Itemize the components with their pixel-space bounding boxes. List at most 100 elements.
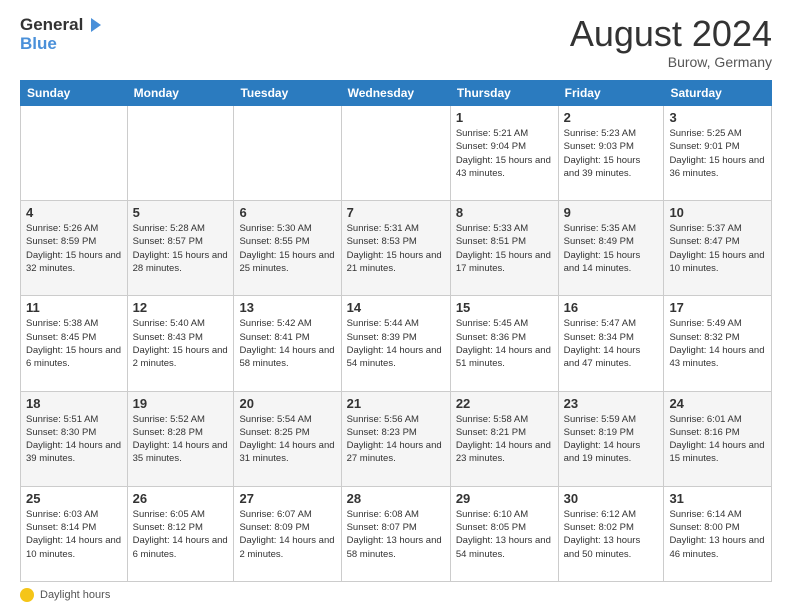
calendar-cell: 27 Sunrise: 6:07 AM Sunset: 8:09 PM Dayli… <box>234 486 341 581</box>
day-number: 31 <box>669 491 766 506</box>
day-number: 11 <box>26 300 122 315</box>
day-number: 4 <box>26 205 122 220</box>
day-info: Sunrise: 5:23 AM Sunset: 9:03 PM Dayligh… <box>564 127 659 180</box>
calendar-cell: 9 Sunrise: 5:35 AM Sunset: 8:49 PM Daylig… <box>558 201 664 296</box>
calendar-cell: 7 Sunrise: 5:31 AM Sunset: 8:53 PM Daylig… <box>341 201 450 296</box>
calendar-cell: 14Sunrise: 5:44 AM Sunset: 8:39 PM Dayli… <box>341 296 450 391</box>
day-info: Sunrise: 6:01 AM Sunset: 8:16 PM Dayligh… <box>669 413 766 466</box>
calendar-cell: 10 Sunrise: 5:37 AM Sunset: 8:47 PM Dayli… <box>664 201 772 296</box>
day-info: Sunrise: 5:51 AM Sunset: 8:30 PM Dayligh… <box>26 413 122 466</box>
day-number: 18 <box>26 396 122 411</box>
day-info: Sunrise: 5:56 AM Sunset: 8:23 PM Dayligh… <box>347 413 445 466</box>
day-info: Sunrise: 5:40 AM Sunset: 8:43 PM Dayligh… <box>133 317 229 370</box>
day-info: Sunrise: 5:59 AM Sunset: 8:19 PM Dayligh… <box>564 413 659 466</box>
day-number: 19 <box>133 396 229 411</box>
calendar-cell: 28Sunrise: 6:08 AM Sunset: 8:07 PM Dayli… <box>341 486 450 581</box>
day-number: 8 <box>456 205 553 220</box>
calendar-cell: 23 Sunrise: 5:59 AM Sunset: 8:19 PM Dayli… <box>558 391 664 486</box>
calendar-table: Sunday Monday Tuesday Wednesday Thursday… <box>20 80 772 582</box>
logo-arrow-icon <box>85 16 103 34</box>
calendar-cell: 5Sunrise: 5:28 AM Sunset: 8:57 PM Daylig… <box>127 201 234 296</box>
day-number: 29 <box>456 491 553 506</box>
day-number: 17 <box>669 300 766 315</box>
calendar-cell: 24 Sunrise: 6:01 AM Sunset: 8:16 PM Dayli… <box>664 391 772 486</box>
logo-blue: Blue <box>20 35 103 54</box>
calendar-week-5: 25Sunrise: 6:03 AM Sunset: 8:14 PM Dayli… <box>21 486 772 581</box>
day-number: 6 <box>239 205 335 220</box>
day-info: Sunrise: 5:49 AM Sunset: 8:32 PM Dayligh… <box>669 317 766 370</box>
day-info: Sunrise: 5:38 AM Sunset: 8:45 PM Dayligh… <box>26 317 122 370</box>
day-number: 9 <box>564 205 659 220</box>
calendar-cell: 31 Sunrise: 6:14 AM Sunset: 8:00 PM Dayli… <box>664 486 772 581</box>
calendar-cell: 2 Sunrise: 5:23 AM Sunset: 9:03 PM Daylig… <box>558 106 664 201</box>
day-info: Sunrise: 5:47 AM Sunset: 8:34 PM Dayligh… <box>564 317 659 370</box>
calendar-cell: 6 Sunrise: 5:30 AM Sunset: 8:55 PM Daylig… <box>234 201 341 296</box>
calendar-cell <box>234 106 341 201</box>
day-number: 26 <box>133 491 229 506</box>
day-number: 22 <box>456 396 553 411</box>
calendar-cell: 22 Sunrise: 5:58 AM Sunset: 8:21 PM Dayli… <box>450 391 558 486</box>
th-friday: Friday <box>558 81 664 106</box>
calendar-cell: 17 Sunrise: 5:49 AM Sunset: 8:32 PM Dayli… <box>664 296 772 391</box>
th-wednesday: Wednesday <box>341 81 450 106</box>
calendar-cell: 26 Sunrise: 6:05 AM Sunset: 8:12 PM Dayli… <box>127 486 234 581</box>
location-subtitle: Burow, Germany <box>570 54 772 70</box>
page: General Blue August 2024 Burow, Germany … <box>0 0 792 612</box>
th-monday: Monday <box>127 81 234 106</box>
day-info: Sunrise: 5:21 AM Sunset: 9:04 PM Dayligh… <box>456 127 553 180</box>
day-info: Sunrise: 5:37 AM Sunset: 8:47 PM Dayligh… <box>669 222 766 275</box>
calendar-week-3: 11 Sunrise: 5:38 AM Sunset: 8:45 PM Dayli… <box>21 296 772 391</box>
day-number: 2 <box>564 110 659 125</box>
calendar-cell: 29Sunrise: 6:10 AM Sunset: 8:05 PM Dayli… <box>450 486 558 581</box>
month-year-title: August 2024 <box>570 16 772 52</box>
day-number: 23 <box>564 396 659 411</box>
day-info: Sunrise: 6:07 AM Sunset: 8:09 PM Dayligh… <box>239 508 335 561</box>
day-number: 12 <box>133 300 229 315</box>
calendar-cell: 25Sunrise: 6:03 AM Sunset: 8:14 PM Dayli… <box>21 486 128 581</box>
day-info: Sunrise: 5:52 AM Sunset: 8:28 PM Dayligh… <box>133 413 229 466</box>
day-info: Sunrise: 6:08 AM Sunset: 8:07 PM Dayligh… <box>347 508 445 561</box>
day-info: Sunrise: 5:58 AM Sunset: 8:21 PM Dayligh… <box>456 413 553 466</box>
day-info: Sunrise: 5:44 AM Sunset: 8:39 PM Dayligh… <box>347 317 445 370</box>
title-block: August 2024 Burow, Germany <box>570 16 772 70</box>
day-number: 30 <box>564 491 659 506</box>
day-number: 21 <box>347 396 445 411</box>
calendar-cell: 12 Sunrise: 5:40 AM Sunset: 8:43 PM Dayli… <box>127 296 234 391</box>
day-info: Sunrise: 6:03 AM Sunset: 8:14 PM Dayligh… <box>26 508 122 561</box>
day-info: Sunrise: 5:35 AM Sunset: 8:49 PM Dayligh… <box>564 222 659 275</box>
day-number: 7 <box>347 205 445 220</box>
th-sunday: Sunday <box>21 81 128 106</box>
day-number: 24 <box>669 396 766 411</box>
calendar-cell: 15Sunrise: 5:45 AM Sunset: 8:36 PM Dayli… <box>450 296 558 391</box>
day-number: 10 <box>669 205 766 220</box>
day-info: Sunrise: 6:14 AM Sunset: 8:00 PM Dayligh… <box>669 508 766 561</box>
th-thursday: Thursday <box>450 81 558 106</box>
calendar-cell: 4 Sunrise: 5:26 AM Sunset: 8:59 PM Daylig… <box>21 201 128 296</box>
day-info: Sunrise: 5:54 AM Sunset: 8:25 PM Dayligh… <box>239 413 335 466</box>
day-info: Sunrise: 6:05 AM Sunset: 8:12 PM Dayligh… <box>133 508 229 561</box>
day-number: 13 <box>239 300 335 315</box>
calendar-week-4: 18 Sunrise: 5:51 AM Sunset: 8:30 PM Dayli… <box>21 391 772 486</box>
calendar-cell: 19 Sunrise: 5:52 AM Sunset: 8:28 PM Dayli… <box>127 391 234 486</box>
day-info: Sunrise: 5:28 AM Sunset: 8:57 PM Dayligh… <box>133 222 229 275</box>
header-row: Sunday Monday Tuesday Wednesday Thursday… <box>21 81 772 106</box>
calendar-week-1: 1Sunrise: 5:21 AM Sunset: 9:04 PM Daylig… <box>21 106 772 201</box>
logo: General Blue <box>20 16 103 53</box>
day-info: Sunrise: 5:31 AM Sunset: 8:53 PM Dayligh… <box>347 222 445 275</box>
calendar-cell: 18 Sunrise: 5:51 AM Sunset: 8:30 PM Dayli… <box>21 391 128 486</box>
day-info: Sunrise: 5:30 AM Sunset: 8:55 PM Dayligh… <box>239 222 335 275</box>
calendar-cell: 13Sunrise: 5:42 AM Sunset: 8:41 PM Dayli… <box>234 296 341 391</box>
legend-label: Daylight hours <box>40 589 110 601</box>
calendar-cell: 21 Sunrise: 5:56 AM Sunset: 8:23 PM Dayli… <box>341 391 450 486</box>
calendar-cell <box>21 106 128 201</box>
day-info: Sunrise: 5:33 AM Sunset: 8:51 PM Dayligh… <box>456 222 553 275</box>
legend-sun-icon <box>20 588 34 602</box>
header: General Blue August 2024 Burow, Germany <box>20 16 772 70</box>
day-info: Sunrise: 5:26 AM Sunset: 8:59 PM Dayligh… <box>26 222 122 275</box>
calendar-cell: 8 Sunrise: 5:33 AM Sunset: 8:51 PM Daylig… <box>450 201 558 296</box>
day-number: 27 <box>239 491 335 506</box>
day-info: Sunrise: 6:12 AM Sunset: 8:02 PM Dayligh… <box>564 508 659 561</box>
day-number: 3 <box>669 110 766 125</box>
day-number: 16 <box>564 300 659 315</box>
day-number: 20 <box>239 396 335 411</box>
